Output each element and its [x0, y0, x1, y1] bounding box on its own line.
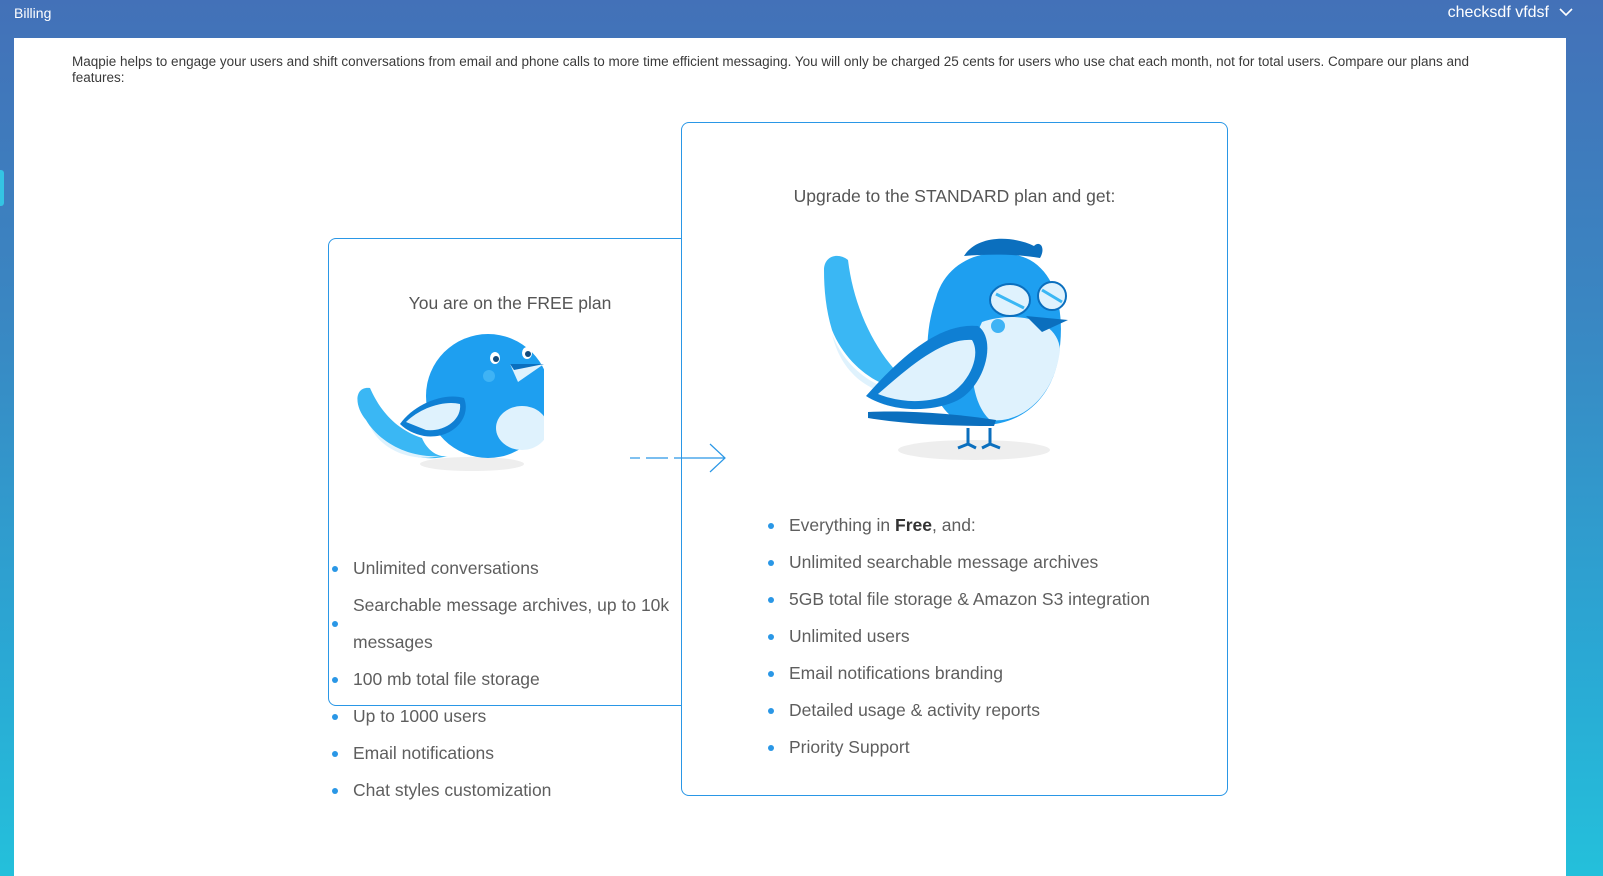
sidebar-tab[interactable] — [0, 170, 4, 206]
free-plan-features: Unlimited conversations Searchable messa… — [328, 550, 678, 809]
list-item: Everything in Free, and: — [764, 507, 1194, 544]
billing-intro: Maqpie helps to engage your users and sh… — [72, 54, 1470, 85]
list-item: 5GB total file storage & Amazon S3 integ… — [764, 581, 1194, 618]
standard-plan-features: Everything in Free, and: Unlimited searc… — [764, 507, 1194, 766]
list-item: Unlimited users — [764, 618, 1194, 655]
list-item: 100 mb total file storage — [328, 661, 678, 698]
standard-plan-heading: Upgrade to the STANDARD plan and get: — [793, 186, 1116, 206]
user-name: checksdf vfdsf — [1447, 4, 1549, 21]
list-item: Unlimited searchable message archives — [764, 544, 1194, 581]
free-plan-heading: You are on the FREE plan — [408, 293, 612, 313]
page-title: Billing — [14, 5, 52, 21]
list-item: Email notifications — [328, 735, 678, 772]
list-item: Detailed usage & activity reports — [764, 692, 1194, 729]
list-item: Up to 1000 users — [328, 698, 678, 735]
arrow-right-icon — [630, 443, 726, 473]
chevron-down-icon — [1559, 4, 1573, 22]
list-item: Priority Support — [764, 729, 1194, 766]
list-item: Unlimited conversations — [328, 550, 678, 587]
top-bar: Billing checksdf vfdsf — [0, 0, 1603, 38]
standard-bird-illustration — [824, 238, 1068, 460]
list-item: Email notifications branding — [764, 655, 1194, 692]
free-bird-illustration — [357, 334, 544, 471]
list-item: Chat styles customization — [328, 772, 678, 809]
user-menu[interactable]: checksdf vfdsf — [1448, 4, 1573, 22]
list-item: Searchable message archives, up to 10k m… — [328, 587, 678, 661]
